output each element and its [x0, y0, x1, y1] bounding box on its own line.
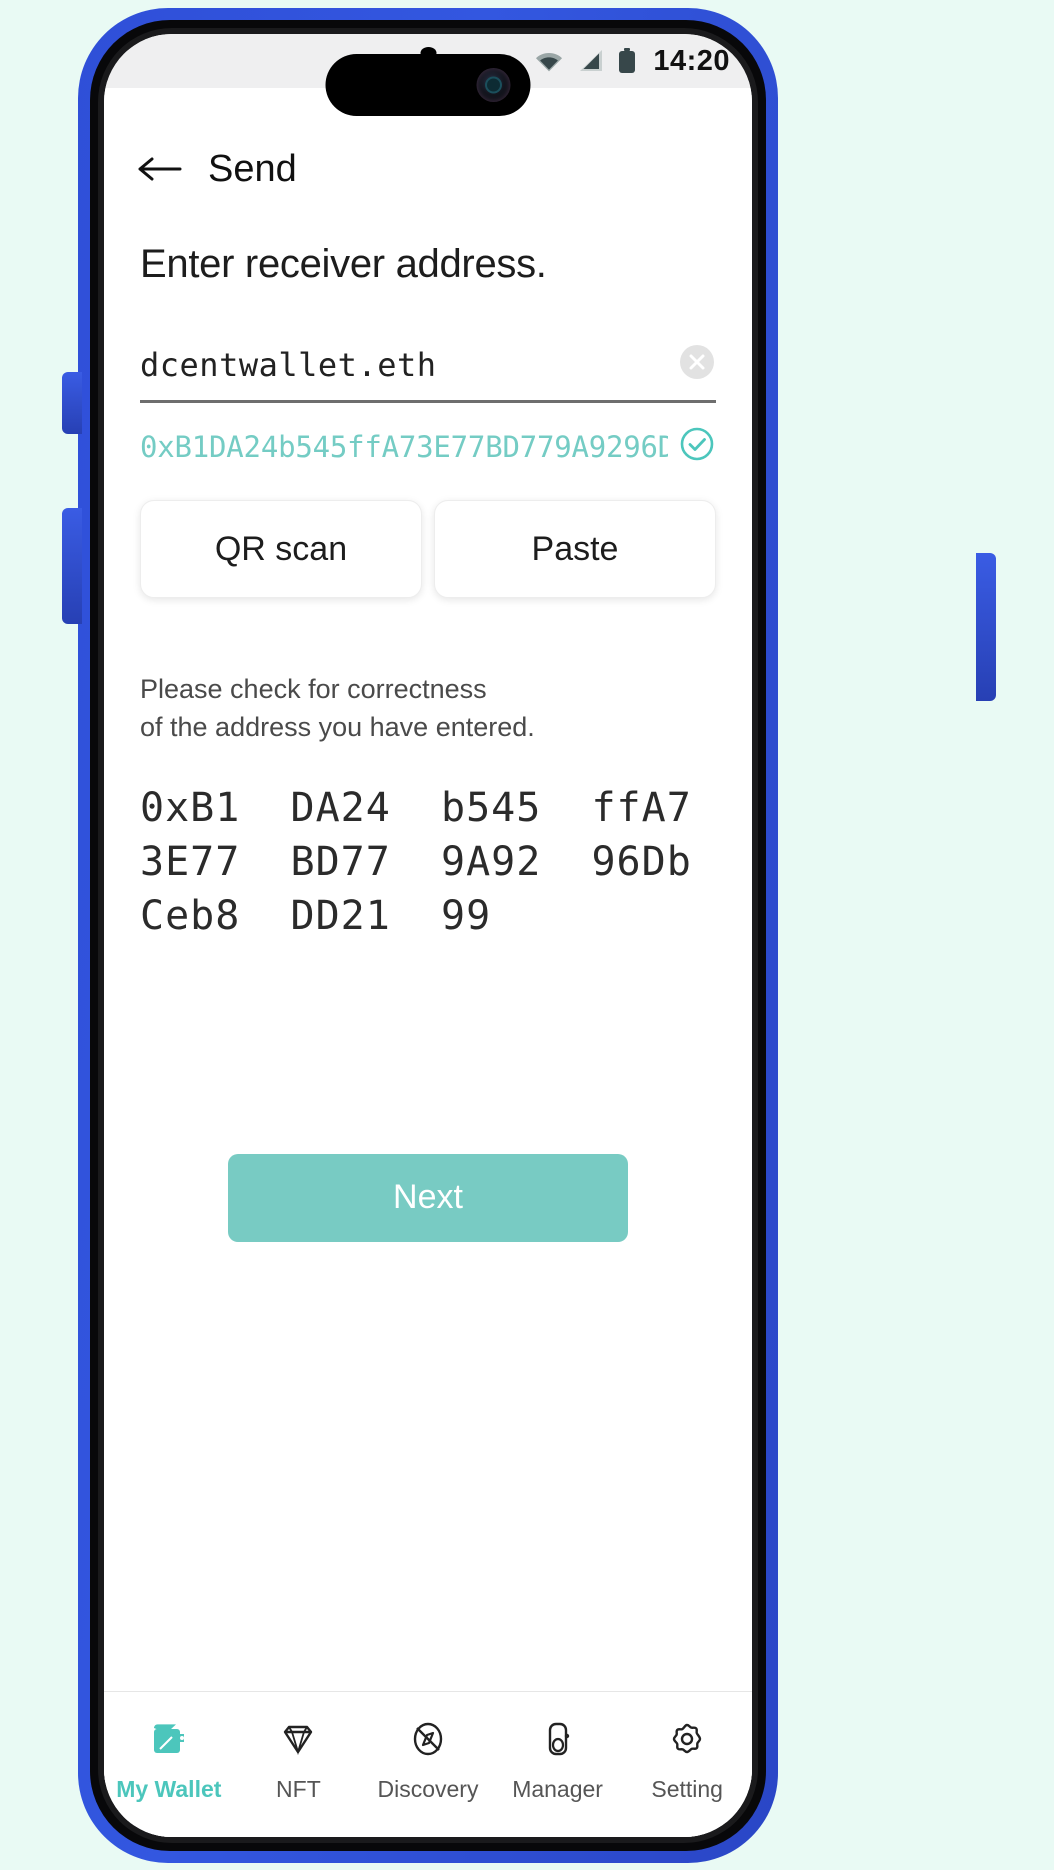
qr-scan-button[interactable]: QR scan: [140, 500, 422, 598]
nav-item-nft[interactable]: NFT: [234, 1712, 364, 1803]
address-input-row: [140, 343, 716, 403]
resolved-address-row: 0xB1DA24b545ffA73E77BD779A9296DbCeb8: [140, 425, 716, 468]
compass-icon: [405, 1712, 451, 1766]
next-button-container: Next: [140, 1153, 716, 1242]
nav-label-discovery: Discovery: [377, 1776, 479, 1802]
receiver-address-input[interactable]: [140, 345, 678, 384]
check-circle-icon: [678, 425, 716, 468]
bottom-navigation: My Wallet NFT Discovery Manager Setting: [104, 1691, 752, 1837]
address-action-buttons: QR scan Paste: [140, 500, 716, 598]
cellular-signal-icon: [577, 49, 605, 73]
nav-item-discovery[interactable]: Discovery: [363, 1712, 493, 1803]
front-camera-icon: [476, 68, 511, 102]
page-title: Send: [208, 147, 297, 190]
resolved-address-text: 0xB1DA24b545ffA73E77BD779A9296DbCeb8: [140, 429, 668, 464]
correctness-notice: Please check for correctness of the addr…: [140, 670, 716, 747]
volume-side-button[interactable]: [62, 508, 82, 624]
nav-item-my-wallet[interactable]: My Wallet: [104, 1712, 234, 1803]
clear-circle-icon[interactable]: [678, 343, 716, 386]
wifi-icon: [534, 49, 564, 73]
wallet-icon: [146, 1712, 192, 1766]
mute-side-button[interactable]: [62, 372, 82, 434]
phone-screen: 14:20 Send Enter receiver address. dcent…: [104, 34, 752, 1837]
diamond-icon: [275, 1712, 321, 1766]
app-container: Send Enter receiver address. 0xB1DA24b54…: [104, 88, 752, 1837]
next-button[interactable]: Next: [228, 1153, 628, 1242]
address-field-group: 0xB1DA24b545ffA73E77BD779A9296DbCeb8: [140, 343, 716, 468]
content-area: Enter receiver address. 0xB1DA24b545ffA7…: [104, 242, 752, 1242]
address-chunk-line: 0xB1 DA24 b545 ffA7: [140, 784, 692, 831]
usb-device-icon: [535, 1712, 581, 1766]
nav-label-manager: Manager: [512, 1776, 603, 1802]
gear-icon: [664, 1712, 710, 1766]
power-side-button[interactable]: [976, 553, 996, 701]
address-chunk-line: 3E77 BD77 9A92 96Db: [140, 839, 692, 886]
notice-line-2: of the address you have entered.: [140, 712, 535, 743]
status-time: 14:20: [653, 44, 730, 77]
section-heading: Enter receiver address.: [140, 242, 547, 286]
address-chunk-line: Ceb8 DD21 99: [140, 893, 492, 940]
island-speaker: [420, 47, 436, 59]
nav-item-manager[interactable]: Manager: [493, 1712, 623, 1803]
back-arrow-icon[interactable]: [136, 154, 182, 184]
address-chunks: 0xB1 DA24 b545 ffA7 3E77 BD77 9A92 96Db …: [140, 781, 716, 944]
nav-item-setting[interactable]: Setting: [622, 1712, 752, 1803]
dynamic-island: [325, 47, 531, 116]
notice-line-1: Please check for correctness: [140, 674, 487, 704]
nav-label-setting: Setting: [651, 1776, 723, 1802]
paste-button[interactable]: Paste: [434, 500, 716, 598]
battery-icon: [618, 48, 636, 74]
nav-label-my-wallet: My Wallet: [116, 1776, 222, 1802]
nav-label-nft: NFT: [276, 1776, 321, 1802]
